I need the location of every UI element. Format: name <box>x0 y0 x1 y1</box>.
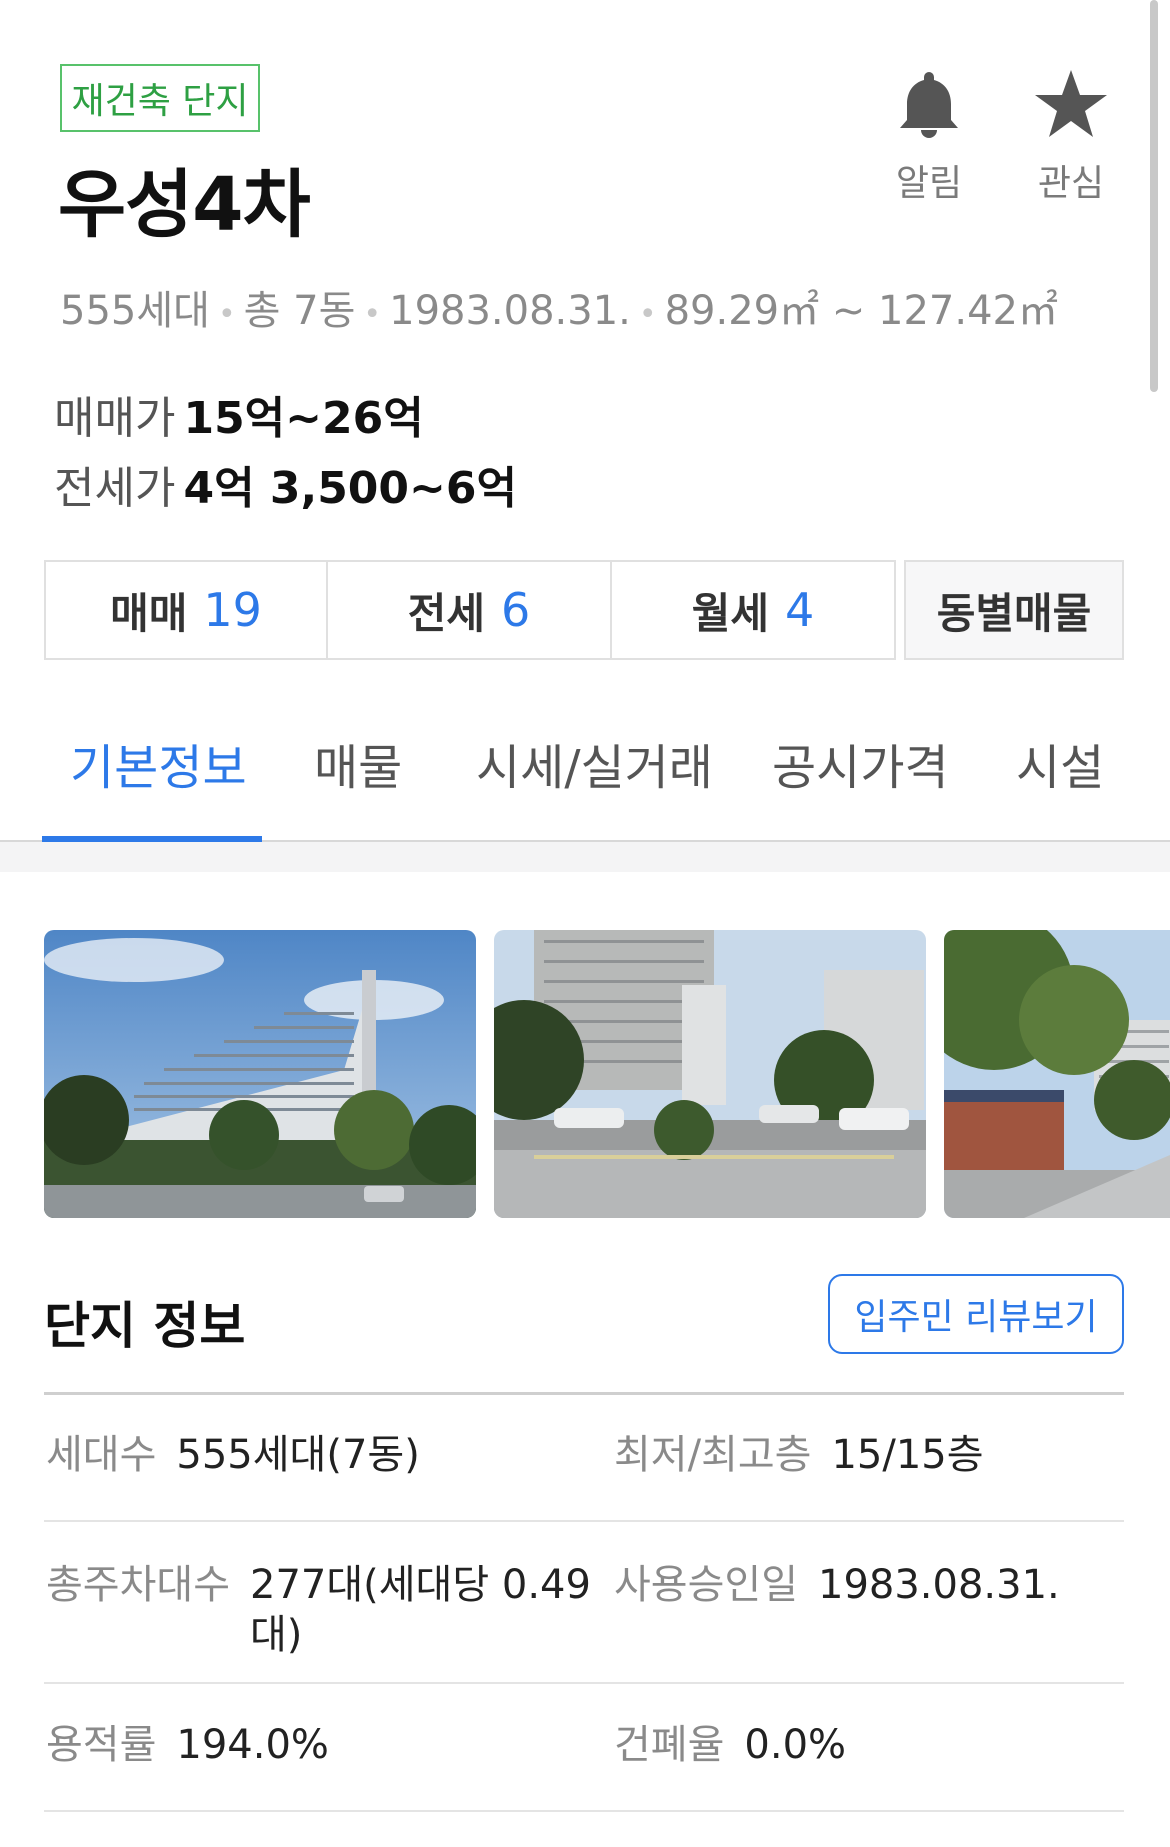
scrollbar[interactable] <box>1150 0 1158 392</box>
floors-key: 최저/최고층 <box>614 1432 812 1478</box>
tab-basic-info[interactable]: 기본정보 <box>70 728 247 798</box>
parking-value-line1: 277대(세대당 0.49 <box>250 1562 591 1608</box>
complex-info-title: 단지 정보 <box>44 1297 246 1355</box>
area-range-meta: 89.29㎡ ~ 127.42㎡ <box>664 288 1058 334</box>
floor-area-ratio-value: 194.0% <box>176 1722 329 1768</box>
floor-area-ratio-cell: 용적률 194.0% <box>46 1720 329 1770</box>
parking-cell: 총주차대수 277대(세대당 0.49 대) <box>46 1560 591 1660</box>
row-divider <box>44 1520 1124 1522</box>
monthly-rent-listings-count: 4 <box>785 583 815 637</box>
section-divider-band <box>0 842 1170 872</box>
apartment-entrance-photo[interactable] <box>494 930 926 1218</box>
resident-review-button[interactable]: 입주민 리뷰보기 <box>828 1274 1124 1354</box>
jeonse-listings-button[interactable]: 전세 6 <box>326 560 612 660</box>
jeonse-listings-label: 전세 <box>407 588 485 638</box>
floors-value: 15/15층 <box>831 1432 984 1478</box>
households-cell: 세대수 555세대(7동) <box>46 1430 420 1480</box>
monthly-rent-listings-label: 월세 <box>691 588 769 638</box>
complex-title: 우성4차 <box>58 162 311 248</box>
parking-value-line2: 대) <box>250 1612 303 1658</box>
sale-price-row: 매매가 15억~26억 <box>54 382 424 446</box>
alarm-button[interactable]: 알림 <box>874 62 984 206</box>
sale-price-value: 15억~26억 <box>183 393 424 444</box>
apartment-street-photo[interactable] <box>944 930 1170 1218</box>
households-key: 세대수 <box>46 1432 157 1478</box>
jeonse-listings-count: 6 <box>501 583 531 637</box>
sale-listings-count: 19 <box>203 583 262 637</box>
row-divider <box>44 1682 1124 1684</box>
star-icon <box>1016 62 1126 146</box>
reconstruction-badge: 재건축 단지 <box>60 64 260 132</box>
complex-info-divider <box>44 1392 1124 1395</box>
sale-price-label: 매매가 <box>54 393 176 444</box>
tab-price-history[interactable]: 시세/실거래 <box>476 728 713 798</box>
tab-public-price[interactable]: 공시가격 <box>772 728 949 798</box>
monthly-rent-listings-button[interactable]: 월세 4 <box>610 560 896 660</box>
jeonse-price-row: 전세가 4억 3,500~6억 <box>54 452 517 516</box>
approval-date-key: 사용승인일 <box>614 1562 798 1608</box>
tab-facilities[interactable]: 시설 <box>1016 728 1104 798</box>
building-coverage-value: 0.0% <box>744 1722 847 1768</box>
sale-listings-label: 매매 <box>110 588 188 638</box>
row-divider <box>44 1810 1124 1812</box>
listings-by-building-label: 동별매물 <box>936 588 1092 638</box>
parking-key: 총주차대수 <box>46 1562 230 1608</box>
jeonse-price-label: 전세가 <box>54 463 176 514</box>
jeonse-price-value: 4억 3,500~6억 <box>183 463 518 514</box>
listings-by-building-button[interactable]: 동별매물 <box>904 560 1124 660</box>
approval-date-cell: 사용승인일 1983.08.31. <box>614 1560 1060 1610</box>
favorite-label: 관심 <box>1037 163 1105 204</box>
alarm-label: 알림 <box>895 163 963 204</box>
floor-area-ratio-key: 용적률 <box>46 1722 157 1768</box>
building-coverage-key: 건폐율 <box>614 1722 725 1768</box>
bell-icon <box>874 62 984 146</box>
households-value: 555세대(7동) <box>176 1432 420 1478</box>
approval-date-value: 1983.08.31. <box>818 1562 1060 1608</box>
complex-meta: 555세대 • 총 7동 • 1983.08.31. • 89.29㎡ ~ 127.42㎡ <box>60 288 1058 334</box>
apartment-exterior-photo[interactable] <box>44 930 476 1218</box>
building-coverage-cell: 건폐율 0.0% <box>614 1720 846 1770</box>
sale-listings-button[interactable]: 매매 19 <box>44 560 328 660</box>
approval-date-meta: 1983.08.31. <box>389 288 631 334</box>
tab-listings[interactable]: 매물 <box>314 728 402 798</box>
floors-cell: 최저/최고층 15/15층 <box>614 1430 984 1480</box>
favorite-button[interactable]: 관심 <box>1016 62 1126 206</box>
buildings-meta: 총 7동 <box>243 288 356 334</box>
households-meta: 555세대 <box>60 288 210 334</box>
